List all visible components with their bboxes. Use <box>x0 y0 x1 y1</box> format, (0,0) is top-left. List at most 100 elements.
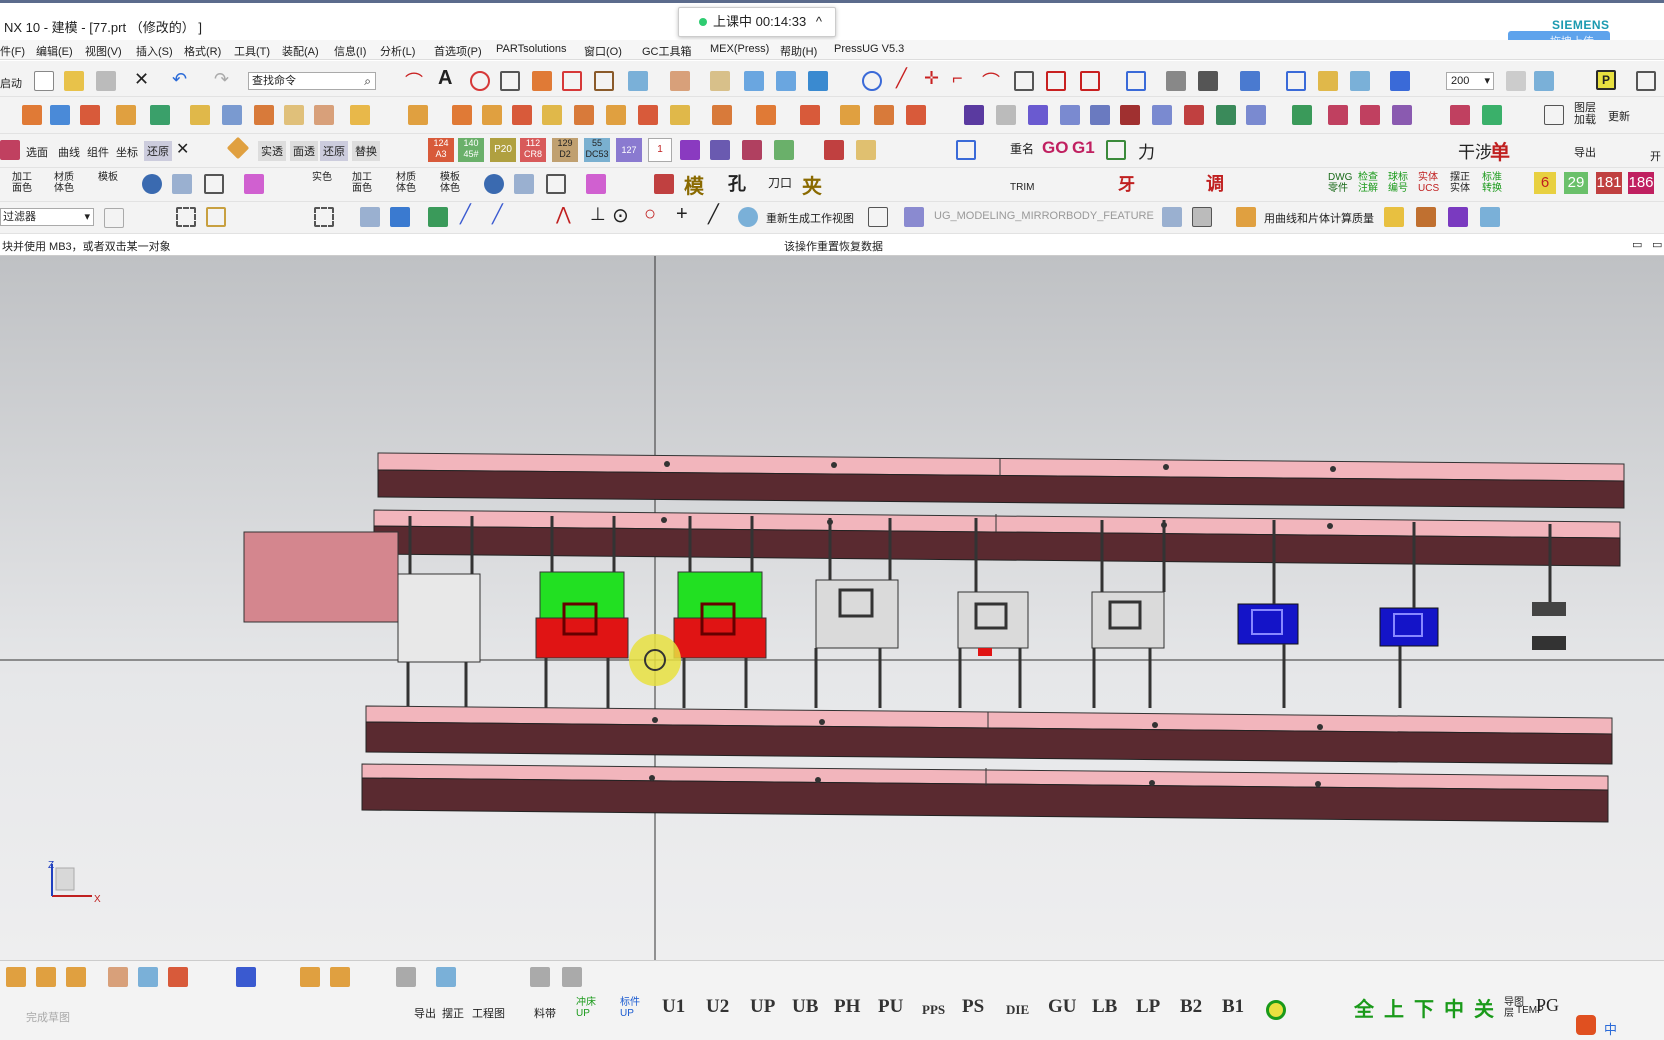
count-186-button[interactable]: 186 <box>1628 172 1654 194</box>
sogou-logo-icon[interactable] <box>1576 1015 1596 1035</box>
emboss-icon[interactable] <box>638 105 658 125</box>
dwg-part-button[interactable]: DWG零件 <box>1328 172 1352 194</box>
print-icon[interactable] <box>96 71 116 91</box>
boss-icon[interactable] <box>574 105 594 125</box>
menu-insert[interactable]: 插入(S) <box>136 43 173 59</box>
code-up-button[interactable]: UP <box>750 996 775 1018</box>
color-green-icon[interactable] <box>774 140 794 160</box>
all-button[interactable]: 全 <box>1354 993 1374 1022</box>
code-u2-button[interactable]: U2 <box>706 996 729 1018</box>
corner-icon[interactable]: ⌐ <box>952 68 963 89</box>
material-1-chip[interactable]: 1 <box>648 138 672 162</box>
fit-view-icon[interactable] <box>1126 71 1146 91</box>
move-icon[interactable] <box>808 71 828 91</box>
color-magenta-icon[interactable] <box>742 140 762 160</box>
feature-layer-icon[interactable] <box>80 105 100 125</box>
new-component-icon[interactable] <box>66 967 86 987</box>
add-feature-icon[interactable] <box>150 105 170 125</box>
stopper-icon[interactable] <box>1482 105 1502 125</box>
template-body-color-button[interactable]: 模板体色 <box>440 172 464 194</box>
down-button[interactable]: 下 <box>1414 993 1434 1022</box>
bolt-icon[interactable] <box>1246 105 1266 125</box>
wear-plate-icon[interactable] <box>1360 105 1380 125</box>
menu-partsolutions[interactable]: PARTsolutions <box>496 43 567 55</box>
view-cube-icon[interactable] <box>1240 71 1260 91</box>
restore-label[interactable]: 还原 <box>144 141 172 161</box>
clamp-button[interactable]: 夹 <box>802 170 822 199</box>
box-3d-icon[interactable] <box>1480 207 1500 227</box>
flange-icon[interactable] <box>670 105 690 125</box>
material-p20-chip[interactable]: P20 <box>490 138 516 162</box>
solid-transparent-label[interactable]: 实透 <box>258 141 286 161</box>
punch-up-button[interactable]: 冲床UP <box>576 997 600 1019</box>
selection-filter-select[interactable]: 过滤器 ▾ <box>0 208 94 226</box>
table-icon[interactable] <box>868 207 888 227</box>
link-icon[interactable] <box>436 967 456 987</box>
guide-post-icon[interactable] <box>1060 105 1080 125</box>
parts-icon[interactable] <box>562 967 582 987</box>
offset-curve-icon[interactable] <box>562 71 582 91</box>
snap-grid-icon[interactable] <box>428 207 448 227</box>
notebook-icon[interactable] <box>1416 207 1436 227</box>
menu-format[interactable]: 格式(R) <box>184 43 221 59</box>
safety-block-icon[interactable] <box>1450 105 1470 125</box>
mirror-curve-icon[interactable] <box>1080 71 1100 91</box>
curve-sheet-icon[interactable] <box>1236 207 1256 227</box>
standard-convert-button[interactable]: 标准转换 <box>1482 172 1506 194</box>
gradient-icon[interactable] <box>172 174 192 194</box>
pocket-icon[interactable] <box>542 105 562 125</box>
count-29-button[interactable]: 29 <box>1564 172 1588 194</box>
rib-icon[interactable] <box>606 105 626 125</box>
machining-face-color-button[interactable]: 加工面色 <box>12 172 36 194</box>
color-splash-icon[interactable] <box>244 174 264 194</box>
solid-color-button[interactable]: 实色 <box>312 172 334 183</box>
pg-button[interactable]: PG <box>1536 995 1559 1016</box>
layer-panel-icon[interactable] <box>1544 105 1564 125</box>
template-button[interactable]: 模板 <box>98 172 122 183</box>
arc-icon[interactable]: ⌒ <box>405 68 423 94</box>
restore-display-label[interactable]: 还原 <box>320 141 348 161</box>
existing-point-icon[interactable]: + <box>676 203 688 226</box>
material-d2-chip[interactable]: 129 D2 <box>552 138 578 162</box>
upper-die-plate[interactable] <box>377 452 1625 509</box>
draft-icon[interactable] <box>254 105 274 125</box>
cross-line-icon[interactable]: ✛ <box>924 68 939 89</box>
interference-button[interactable]: 干涉 <box>1458 138 1492 163</box>
hole-feature-icon[interactable] <box>800 105 820 125</box>
cylinder-icon[interactable] <box>776 71 796 91</box>
graphics-viewport[interactable]: Z X <box>0 256 1664 960</box>
code-b2-button[interactable]: B2 <box>1180 996 1202 1018</box>
sew-icon[interactable] <box>314 105 334 125</box>
layer-icon[interactable] <box>1318 71 1338 91</box>
array-icon[interactable] <box>236 967 256 987</box>
origin-icon-2[interactable] <box>546 174 566 194</box>
arc-center-icon[interactable]: ⊙ <box>612 203 629 228</box>
sphere-icon-2[interactable] <box>484 174 504 194</box>
color-swatch-icon[interactable] <box>1192 207 1212 227</box>
section-view-icon[interactable] <box>1390 71 1410 91</box>
balloon-number-button[interactable]: 球标编号 <box>1388 172 1412 194</box>
slot-icon[interactable] <box>512 105 532 125</box>
plate-icon[interactable] <box>452 105 472 125</box>
regen-work-view-button[interactable]: 重新生成工作视图 <box>766 210 854 226</box>
menu-info[interactable]: 信息(I) <box>334 43 366 59</box>
mirror-feature-icon[interactable] <box>874 105 894 125</box>
thicken-icon[interactable] <box>350 105 370 125</box>
selection-box-icon[interactable] <box>206 207 226 227</box>
align-solid-button[interactable]: 摆正实体 <box>1450 172 1474 194</box>
shade-icon[interactable] <box>1166 71 1186 91</box>
start-menu[interactable]: 启动 <box>0 75 22 91</box>
dowel-icon[interactable] <box>1184 105 1204 125</box>
clearance-icon[interactable] <box>396 967 416 987</box>
menu-help[interactable]: 帮助(H) <box>780 43 817 59</box>
material-a3-chip[interactable]: 124 A3 <box>428 138 454 162</box>
constraint-icon[interactable] <box>108 967 128 987</box>
select-face-icon[interactable] <box>0 140 20 160</box>
layer-add-button[interactable]: 图层加载 <box>1574 102 1600 126</box>
book-icon[interactable] <box>1384 207 1404 227</box>
pin-icon[interactable] <box>1090 105 1110 125</box>
color-splash-icon-2[interactable] <box>586 174 606 194</box>
layer-settings-icon[interactable] <box>1506 71 1526 91</box>
body-select-icon[interactable] <box>360 207 380 227</box>
ime-indicator[interactable]: 中 <box>1604 1019 1617 1038</box>
